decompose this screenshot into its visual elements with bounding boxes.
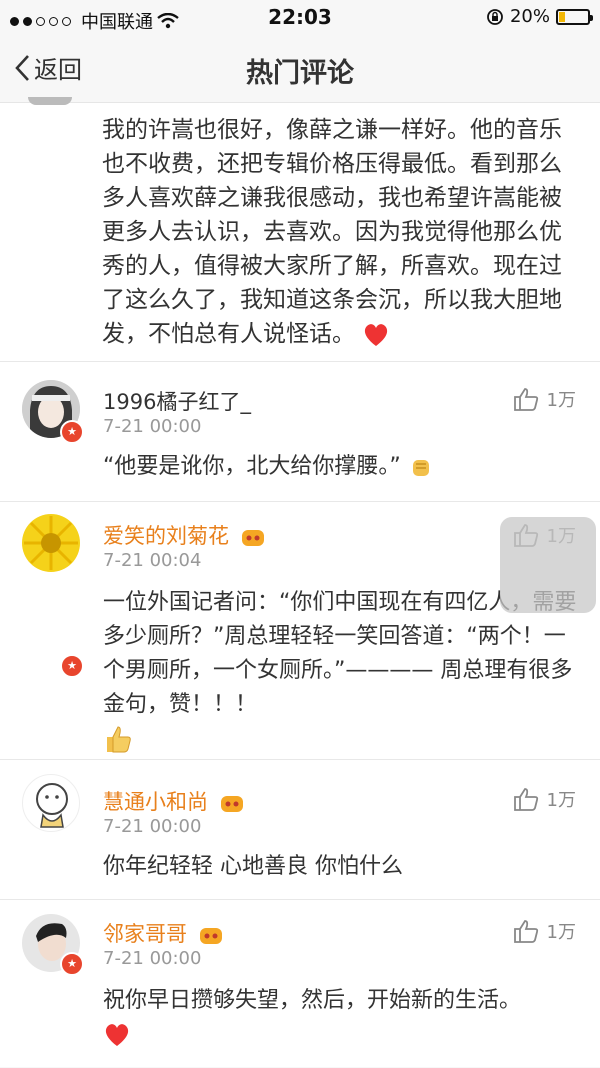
comment-date: 7-21 00:00 [103, 416, 202, 437]
page-title: 热门评论 [246, 58, 354, 89]
heart-emoji-icon [105, 1024, 129, 1046]
list-item[interactable]: ★ 邻家哥哥 7-21 00:00 1万 祝你早日攒够失望，然后，开始新的生活。 [0, 899, 600, 1068]
like-button[interactable]: 1万 [513, 918, 576, 944]
heart-emoji-icon [365, 323, 388, 346]
comment-text: 你年纪轻轻 心地善良 你怕什么 [103, 854, 403, 879]
nav-bar: 返回 热门评论 [0, 34, 600, 103]
like-count: 1万 [546, 790, 576, 811]
verified-badge-icon: ★ [60, 952, 84, 976]
comment-text: 我的许嵩也很好，像薛之谦一样好。他的音乐也不收费，还把专辑价格压得最低。看到那么… [102, 117, 562, 347]
rotation-lock-icon [487, 8, 503, 25]
member-crown-icon [220, 796, 243, 812]
comment-username[interactable]: 慧通小和尚 [103, 786, 245, 816]
avatar [28, 97, 72, 105]
like-count: 1万 [546, 390, 576, 411]
comment-date: 7-21 00:00 [103, 816, 202, 837]
comment-text: 祝你早日攒够失望，然后，开始新的生活。 [103, 984, 578, 1052]
battery-indicator: 20% [486, 6, 593, 27]
battery-percent: 20% [509, 6, 550, 27]
comment-date: 7-21 00:04 [103, 550, 202, 571]
fist-emoji-icon [412, 460, 429, 476]
comment-text: “他要是讹你，北大给你撑腰。” [103, 450, 578, 484]
comment-date: 7-21 00:00 [103, 948, 202, 969]
thumbs-up-icon [513, 388, 538, 411]
member-crown-icon [199, 928, 222, 944]
verified-badge-icon: ★ [60, 654, 84, 678]
thumbs-up-icon [513, 788, 538, 811]
comment-username[interactable]: 邻家哥哥 [103, 918, 224, 948]
comment-username[interactable]: 爱笑的刘菊花 [103, 520, 266, 550]
like-button[interactable]: 1万 [513, 786, 576, 812]
avatar[interactable] [22, 774, 80, 832]
comment-username[interactable]: 1996橘子红了_ [103, 386, 251, 416]
like-count: 1万 [546, 922, 576, 943]
battery-icon [556, 8, 593, 25]
verified-badge-icon: ★ [60, 420, 84, 444]
member-crown-icon [241, 530, 264, 546]
list-item[interactable]: 慧通小和尚 7-21 00:00 1万 你年纪轻轻 心地善良 你怕什么 [0, 759, 600, 900]
thumbs-up-emoji-icon [107, 726, 131, 753]
like-button[interactable]: 1万 [513, 386, 576, 412]
status-bar: 中国联通 22:03 20% [0, 0, 600, 34]
list-item[interactable]: ★ 1996橘子红了_ 7-21 00:00 1万 “他要是讹你，北大给你撑腰。… [0, 361, 600, 502]
avatar[interactable] [22, 514, 80, 572]
comment-list[interactable]: 我的许嵩也很好，像薛之谦一样好。他的音乐也不收费，还把专辑价格压得最低。看到那么… [0, 97, 600, 1068]
assistive-touch-button[interactable] [500, 517, 596, 613]
thumbs-up-icon [513, 920, 538, 943]
